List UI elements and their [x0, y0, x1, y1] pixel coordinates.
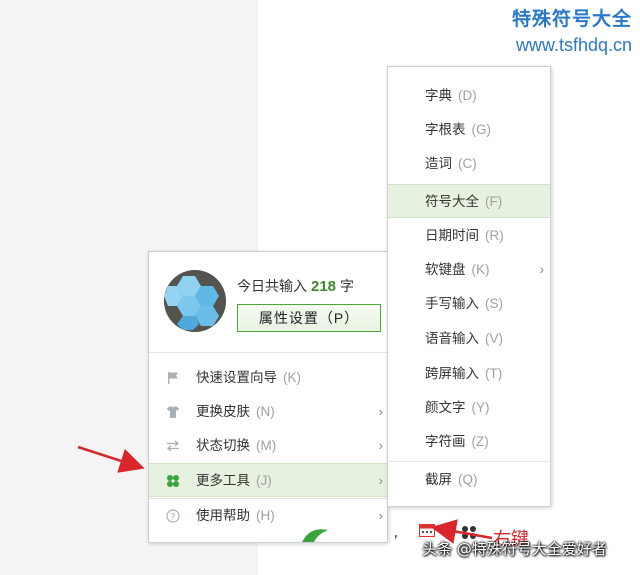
arrow-to-tray	[431, 519, 493, 544]
arrow-to-more-tools	[77, 445, 145, 473]
annotation-arrows	[77, 445, 493, 544]
footer-watermark: 头条 @特殊符号大全爱好者	[422, 540, 607, 558]
